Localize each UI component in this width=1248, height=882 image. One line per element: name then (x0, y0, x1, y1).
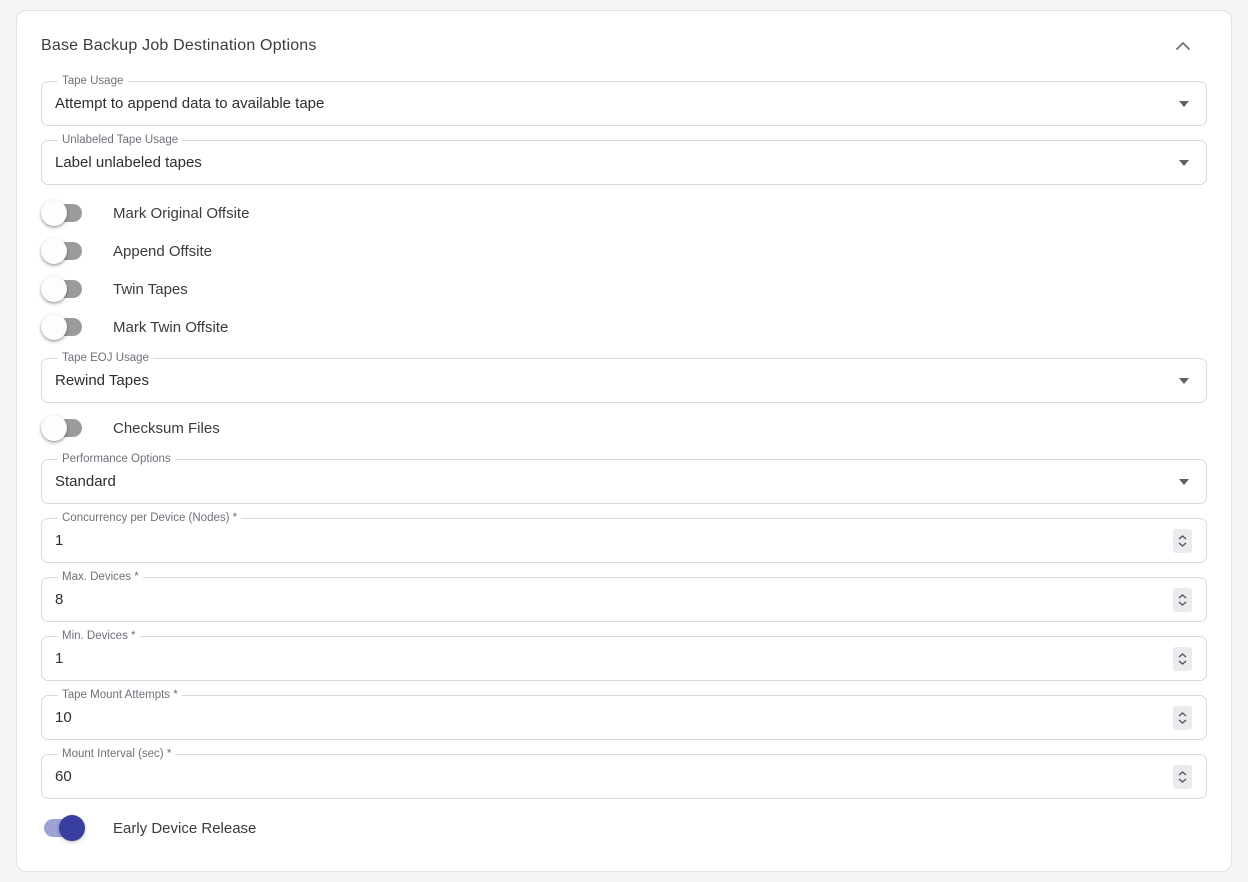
toggle-thumb (41, 238, 67, 264)
number-spinner[interactable] (1173, 706, 1192, 730)
early-device-release-toggle[interactable] (41, 815, 85, 841)
chevron-up-icon (1175, 40, 1191, 55)
toggle-row-append-offsite: Append Offsite (41, 238, 1207, 264)
toggle-label: Early Device Release (113, 820, 256, 837)
toggle-label: Twin Tapes (113, 281, 188, 298)
field-label: Min. Devices * (58, 630, 140, 643)
toggle-thumb (41, 200, 67, 226)
select-tape-usage[interactable]: Tape Usage Attempt to append data to ava… (41, 75, 1207, 126)
mark-twin-offsite-toggle[interactable] (41, 314, 85, 340)
toggle-thumb (59, 815, 85, 841)
caret-down-icon (1179, 101, 1189, 107)
field-value: Standard (55, 473, 116, 490)
toggle-thumb (41, 314, 67, 340)
field-min-devices: Min. Devices * (41, 630, 1207, 681)
toggle-label: Mark Original Offsite (113, 205, 249, 222)
concurrency-per-device-input[interactable] (55, 532, 1173, 549)
caret-down-icon (1179, 160, 1189, 166)
page: Base Backup Job Destination Options Tape… (0, 0, 1248, 882)
select-tape-eoj-usage[interactable]: Tape EOJ Usage Rewind Tapes (41, 352, 1207, 403)
toggle-row-twin-tapes: Twin Tapes (41, 276, 1207, 302)
field-label: Max. Devices * (58, 571, 143, 584)
select-performance-options[interactable]: Performance Options Standard (41, 453, 1207, 504)
mount-interval-input[interactable] (55, 768, 1173, 785)
toggle-thumb (41, 276, 67, 302)
number-spinner[interactable] (1173, 529, 1192, 553)
number-spinner[interactable] (1173, 588, 1192, 612)
append-offsite-toggle[interactable] (41, 238, 85, 264)
field-concurrency-per-device: Concurrency per Device (Nodes) * (41, 512, 1207, 563)
caret-down-icon (1179, 378, 1189, 384)
number-spinner[interactable] (1173, 647, 1192, 671)
toggle-row-early-device-release: Early Device Release (41, 815, 1207, 841)
field-mount-interval: Mount Interval (sec) * (41, 748, 1207, 799)
toggle-label: Mark Twin Offsite (113, 319, 228, 336)
field-label: Tape Mount Attempts * (58, 689, 182, 702)
collapse-panel-button[interactable] (1173, 38, 1193, 54)
toggle-label: Append Offsite (113, 243, 212, 260)
number-spinner[interactable] (1173, 765, 1192, 789)
toggle-row-mark-original-offsite: Mark Original Offsite (41, 200, 1207, 226)
field-value: Attempt to append data to available tape (55, 95, 324, 112)
twin-tapes-toggle[interactable] (41, 276, 85, 302)
field-label: Performance Options (58, 453, 175, 466)
field-label: Tape Usage (58, 75, 127, 88)
field-max-devices: Max. Devices * (41, 571, 1207, 622)
panel-header: Base Backup Job Destination Options (41, 37, 1207, 55)
destination-options-panel: Base Backup Job Destination Options Tape… (16, 10, 1232, 872)
max-devices-input[interactable] (55, 591, 1173, 608)
panel-title: Base Backup Job Destination Options (41, 37, 317, 55)
mark-original-offsite-toggle[interactable] (41, 200, 85, 226)
checksum-files-toggle[interactable] (41, 415, 85, 441)
select-unlabeled-tape-usage[interactable]: Unlabeled Tape Usage Label unlabeled tap… (41, 134, 1207, 185)
toggle-row-mark-twin-offsite: Mark Twin Offsite (41, 314, 1207, 340)
toggle-thumb (41, 415, 67, 441)
toggle-row-checksum-files: Checksum Files (41, 415, 1207, 441)
field-label: Tape EOJ Usage (58, 352, 153, 365)
field-value: Label unlabeled tapes (55, 154, 202, 171)
min-devices-input[interactable] (55, 650, 1173, 667)
field-tape-mount-attempts: Tape Mount Attempts * (41, 689, 1207, 740)
field-value: Rewind Tapes (55, 372, 149, 389)
field-label: Concurrency per Device (Nodes) * (58, 512, 241, 525)
caret-down-icon (1179, 479, 1189, 485)
toggle-label: Checksum Files (113, 420, 220, 437)
tape-mount-attempts-input[interactable] (55, 709, 1173, 726)
field-label: Unlabeled Tape Usage (58, 134, 182, 147)
field-label: Mount Interval (sec) * (58, 748, 175, 761)
